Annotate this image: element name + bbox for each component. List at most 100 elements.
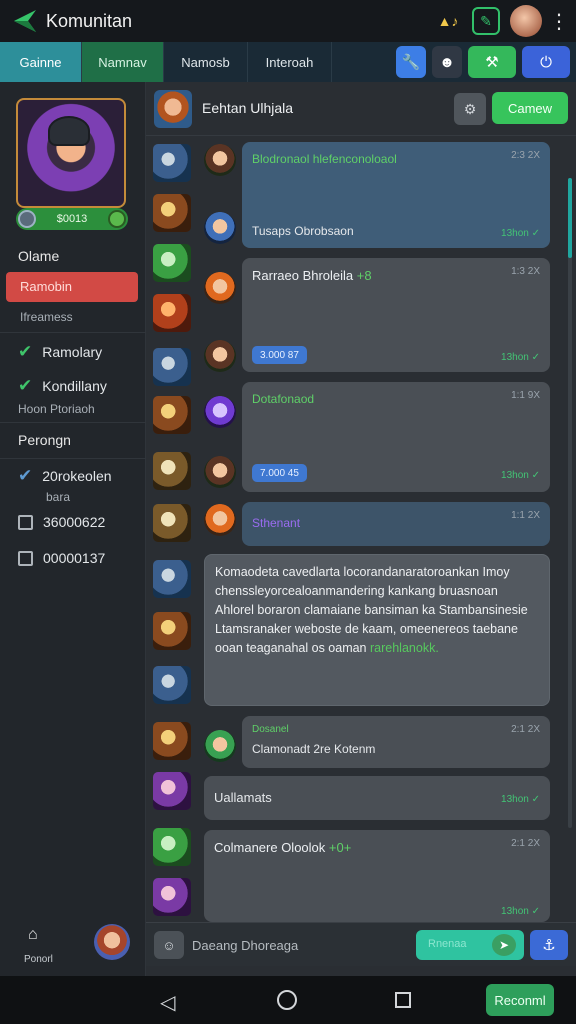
check-icon: ✔ <box>18 466 33 485</box>
hero-thumb[interactable] <box>153 878 191 916</box>
message-status: 13hon ✓ <box>501 228 540 239</box>
message-author: Blodronaol hlefenconoloaol <box>252 152 397 166</box>
home-icon[interactable]: ⌂ <box>28 926 38 944</box>
section-title: Olame <box>18 248 60 264</box>
message-avatar[interactable] <box>204 730 236 762</box>
divider <box>0 458 146 459</box>
message-status: 13hon ✓ <box>501 470 540 481</box>
divider <box>0 332 146 333</box>
coin-amount: 3.000 87 <box>252 346 307 364</box>
message-bubble[interactable]: Sthenant 1:1 2X <box>242 502 550 546</box>
message-avatar[interactable] <box>204 396 236 428</box>
back-icon[interactable]: ◁ <box>160 990 175 1015</box>
sidebar-item-kondillany[interactable]: ✔ Kondillany <box>18 376 107 396</box>
hero-thumb[interactable] <box>153 666 191 704</box>
hero-thumb[interactable] <box>153 452 191 490</box>
message-avatar[interactable] <box>204 340 236 372</box>
recents-icon[interactable] <box>395 992 411 1008</box>
message-avatar[interactable] <box>204 504 236 536</box>
message-avatar[interactable] <box>204 456 236 488</box>
link-icon[interactable]: ⚓ <box>530 930 568 960</box>
notification-icon[interactable]: ▲♪ <box>434 7 462 35</box>
tab-interoah[interactable]: Interoah <box>248 42 332 82</box>
chat-action-button[interactable]: Camew <box>492 92 568 124</box>
rank-badge-icon <box>18 210 36 228</box>
section-title: Perongn <box>18 432 71 448</box>
message-text: Clamonadt 2re Kotenm <box>252 742 376 756</box>
check-icon: ✔ <box>18 342 33 361</box>
xp-badge-icon <box>108 210 126 228</box>
settings-icon[interactable]: ⚙ <box>454 93 486 125</box>
message-avatar[interactable] <box>204 212 236 244</box>
message-avatar[interactable] <box>204 272 236 304</box>
scrollbar[interactable] <box>568 178 572 828</box>
chat-title: Eehtan Ulhjala <box>202 100 294 116</box>
hero-thumb[interactable] <box>153 396 191 434</box>
message-bubble[interactable]: Rarraeo Bhroleila +8 1:3 2X 3.000 87 13h… <box>242 258 550 372</box>
chat-header: Eehtan Ulhjala ⚙ Camew <box>146 82 576 136</box>
calendar-icon <box>18 550 33 566</box>
message-bubble[interactable]: Dotafonaod 1:1 9X 7.000 45 13hon ✓ <box>242 382 550 492</box>
message-time: 1:3 2X <box>511 266 540 277</box>
hero-thumb[interactable] <box>153 194 191 232</box>
hero-avatar[interactable] <box>94 924 130 960</box>
sidebar: $0013 Olame Ramobin Ifreamess ✔ Ramolary… <box>0 82 146 976</box>
send-button[interactable]: Rnenaa ➤ <box>416 930 524 960</box>
portrait-hat-icon <box>48 116 90 146</box>
hero-thumb[interactable] <box>153 504 191 542</box>
message-text: Tusaps Obrobsaon <box>252 224 354 238</box>
message-status: 13hon ✓ <box>501 906 540 917</box>
hero-thumb[interactable] <box>153 294 191 332</box>
message-author: Rarraeo Bhroleila +8 <box>252 268 372 283</box>
message-time: 1:1 9X <box>511 390 540 401</box>
emoji-icon[interactable]: ☺ <box>154 931 184 959</box>
message-bubble-long[interactable]: Komaodeta cavedlarta locorandanaratoroan… <box>204 554 550 706</box>
message-bubble[interactable]: Blodronaol hlefenconoloaol 2:3 2X Tusaps… <box>242 142 550 248</box>
profile-portrait[interactable] <box>16 98 126 208</box>
message-bubble[interactable]: Dosanel 2:1 2X Clamonadt 2re Kotenm <box>242 716 550 768</box>
home-label: Ponorl <box>24 954 53 965</box>
message-text: Uallamats <box>214 790 272 805</box>
close-box-icon <box>18 514 33 530</box>
power-button[interactable]: ⏻ <box>522 46 570 78</box>
hero-thumb[interactable] <box>153 828 191 866</box>
user-avatar[interactable] <box>510 5 542 37</box>
message-bubble[interactable]: Colmanere Oloolok +0+ 2:1 2X 13hon ✓ <box>204 830 550 922</box>
more-menu-icon[interactable]: ⋮ <box>549 7 569 35</box>
tools-button[interactable]: ⚒ <box>468 46 516 78</box>
scroll-thumb[interactable] <box>568 178 572 258</box>
sidebar-item-ramolary[interactable]: ✔ Ramolary <box>18 342 102 362</box>
sidebar-item-active[interactable]: Ramobin <box>6 272 138 302</box>
system-navbar: ◁ Reconml <box>0 976 576 1024</box>
message-avatar[interactable] <box>204 144 236 176</box>
hero-thumb[interactable] <box>153 772 191 810</box>
message-input[interactable] <box>192 931 412 959</box>
chat-avatar[interactable] <box>154 90 192 128</box>
hero-thumb[interactable] <box>153 612 191 650</box>
hero-thumb[interactable] <box>153 144 191 182</box>
message-status: 13hon ✓ <box>501 794 540 805</box>
sidebar-entry[interactable]: 36000622 <box>18 514 105 530</box>
chat-icon[interactable]: ✎ <box>472 7 500 35</box>
hero-thumb[interactable] <box>153 722 191 760</box>
hero-thumb[interactable] <box>153 244 191 282</box>
sidebar-entry-sub: bara <box>46 490 71 504</box>
hero-avatar-button[interactable]: ☻ <box>432 46 462 78</box>
hero-thumb[interactable] <box>153 560 191 598</box>
nav-action-button[interactable]: Reconml <box>486 984 554 1016</box>
wrench-icon[interactable]: 🔧 <box>396 46 426 78</box>
message-bubble[interactable]: Uallamats 13hon ✓ <box>204 776 550 820</box>
hero-thumb[interactable] <box>153 348 191 386</box>
message-status: 13hon ✓ <box>501 352 540 363</box>
tab-namosb[interactable]: Namosb <box>164 42 248 82</box>
check-icon: ✔ <box>18 376 33 395</box>
sidebar-entry[interactable]: 00000137 <box>18 550 105 566</box>
app-logo-icon <box>14 10 36 32</box>
home-nav-icon[interactable] <box>277 990 297 1010</box>
tab-namnav[interactable]: Namnav <box>82 42 164 82</box>
sidebar-entry-label: 00000137 <box>43 550 106 566</box>
sidebar-entry[interactable]: ✔ 20rokeolen <box>18 466 112 486</box>
message-author: Colmanere Oloolok +0+ <box>214 840 352 855</box>
tab-gainne[interactable]: Gainne <box>0 42 82 82</box>
sidebar-footer: ⌂ Ponorl <box>0 912 146 976</box>
